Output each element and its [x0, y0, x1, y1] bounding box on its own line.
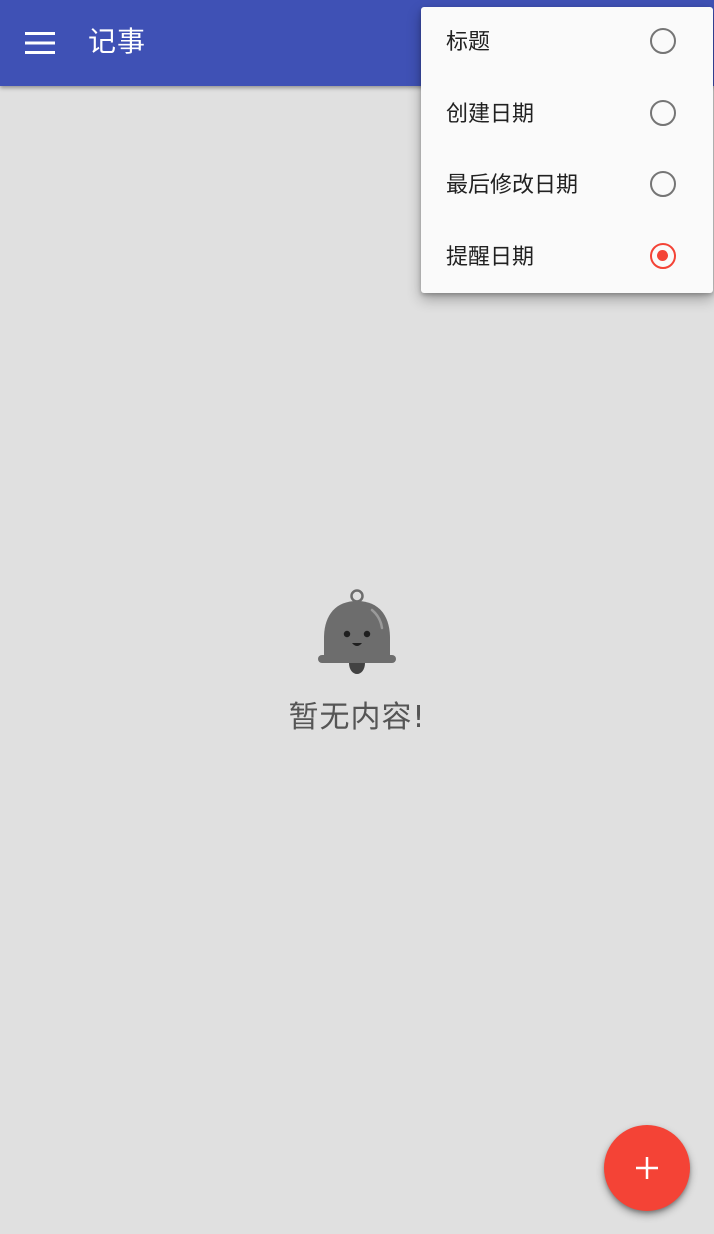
sort-option-created-date[interactable]: 创建日期	[421, 79, 713, 151]
hamburger-menu-icon	[25, 32, 55, 54]
sort-menu: 标题 创建日期 最后修改日期 提醒日期	[421, 7, 713, 293]
sort-option-label: 标题	[446, 30, 491, 55]
empty-state: 暂无内容!	[0, 588, 714, 738]
sort-option-label: 提醒日期	[446, 244, 535, 270]
radio-checked-icon[interactable]	[650, 242, 676, 269]
sort-option-label: 最后修改日期	[446, 173, 579, 198]
empty-message: 暂无内容!	[288, 700, 426, 735]
radio-unchecked-icon[interactable]	[650, 99, 676, 126]
sort-option-label: 创建日期	[446, 101, 535, 127]
menu-button[interactable]	[16, 19, 64, 67]
bell-icon	[318, 589, 396, 674]
sort-option-reminder-date[interactable]: 提醒日期	[421, 222, 713, 294]
app-title: 记事	[88, 25, 147, 58]
radio-dot	[657, 249, 668, 261]
radio-unchecked-icon[interactable]	[650, 171, 676, 197]
radio-unchecked-icon[interactable]	[650, 28, 676, 54]
add-note-button[interactable]	[604, 1125, 690, 1211]
sort-option-modified-date[interactable]: 最后修改日期	[421, 150, 713, 222]
sort-option-title[interactable]: 标题	[421, 7, 713, 79]
plus-icon	[636, 1157, 658, 1179]
